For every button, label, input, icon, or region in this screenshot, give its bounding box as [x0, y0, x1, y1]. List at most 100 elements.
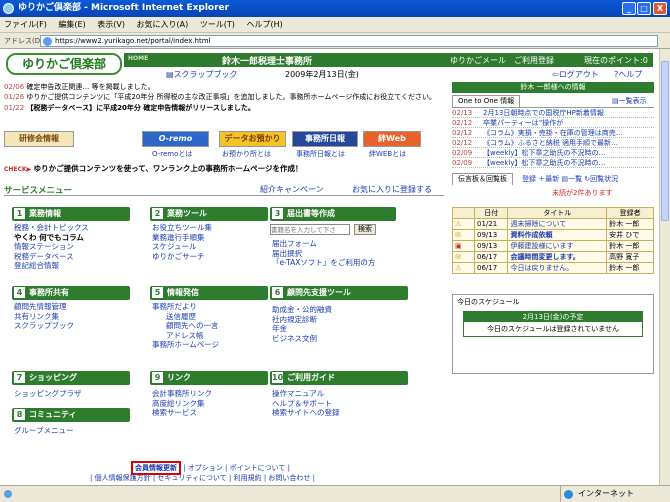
news-item[interactable]: 02/06 確定申告改正関連… 等を掲載しました。: [4, 82, 444, 92]
table-row[interactable]: ✉ 06/17 会議時間変更します。 高野 寛子: [452, 251, 654, 263]
category-link[interactable]: ヘルプ＆サポート: [272, 399, 408, 409]
menu-help[interactable]: ヘルプ(H): [246, 20, 282, 29]
banner-kizuna-web[interactable]: 絆Web: [363, 131, 421, 147]
points-info-link[interactable]: ポイントについて: [230, 464, 286, 472]
option-link[interactable]: オプション: [188, 464, 223, 472]
menu-view[interactable]: 表示(V): [97, 20, 125, 29]
maximize-button[interactable]: □: [637, 2, 651, 15]
category-header: 8 コミュニティ: [12, 408, 130, 422]
category-link[interactable]: 登記総合情報: [14, 261, 130, 271]
scrollbar-thumb[interactable]: [661, 61, 669, 221]
kizuna-info-link[interactable]: 絆WEBとは: [369, 149, 406, 159]
daily-report-info-link[interactable]: 事務所日報とは: [296, 149, 345, 159]
board-register-link[interactable]: 登録: [522, 175, 536, 183]
home-link[interactable]: HOME: [128, 55, 148, 62]
category-header: 3 届出書等作成: [270, 207, 396, 221]
category-link[interactable]: 助成金・公的融資: [272, 305, 408, 315]
category-link[interactable]: 届出撰択: [272, 249, 396, 259]
category-link[interactable]: アドレス帳: [152, 331, 268, 341]
entry-link[interactable]: ご利用登録: [514, 55, 554, 66]
help-link[interactable]: ?ヘルプ: [614, 69, 642, 80]
security-link[interactable]: セキュリティについて: [157, 474, 226, 482]
address-bar: アドレス(D) https://www2.yurikago.net/portal…: [0, 33, 670, 49]
news-text: 【税務データベース】に平成20年分 確定申告情報がリリースしました。: [26, 104, 255, 112]
category-link[interactable]: 情報ステーション: [14, 242, 130, 252]
list-item[interactable]: 02/09 【weekly】松下章之助氏の不況時の…: [452, 148, 654, 158]
category-link[interactable]: 共有リンク集: [14, 312, 130, 322]
category-link[interactable]: 社内規定診断: [272, 315, 408, 325]
menu-favorites[interactable]: お気に入り(A): [137, 20, 189, 29]
category-link[interactable]: 税務・会計トピックス: [14, 223, 130, 233]
contact-link[interactable]: お問い合わせ: [268, 474, 310, 482]
terms-link[interactable]: 利用規約: [234, 474, 262, 482]
banner-oremo[interactable]: O-remo: [142, 131, 209, 147]
banner-daily-report[interactable]: 事務所日報: [292, 131, 358, 147]
category-link[interactable]: スケジュール: [152, 242, 268, 252]
book-search-button[interactable]: 検索: [354, 224, 376, 235]
list-item[interactable]: 02/12 《コラム》実損・売掛・在庫の管理は商売…: [452, 128, 654, 138]
category-link[interactable]: 税務データベース: [14, 252, 130, 262]
table-row[interactable]: ▣ 09/13 伊藤建設様にいます 鈴木 一郎: [452, 240, 654, 252]
category-link[interactable]: ゆりかごサーチ: [152, 252, 268, 262]
check-text[interactable]: ゆりかご提供コンテンツを使って、ワンランク上の事務所ホームページを作成！: [34, 164, 303, 173]
news-item[interactable]: 01/26 ゆりかご提供コンテンツに「平成20年分 所得税の主な改正事項」を追加…: [4, 92, 444, 102]
favorite-link[interactable]: お気に入りに登録する: [352, 184, 432, 195]
category-link[interactable]: 事務所ホームページ: [152, 340, 268, 350]
list-item[interactable]: 02/13 2月13日朝時点での国税庁HP新着情報: [452, 108, 654, 118]
tab-message-board[interactable]: 伝言板＆回覧板: [452, 173, 513, 185]
storage-info-link[interactable]: お預かり所とは: [222, 149, 271, 159]
internet-zone-icon: [564, 490, 573, 499]
close-button[interactable]: X: [653, 2, 667, 15]
category-link[interactable]: お役立ちツール集: [152, 223, 268, 233]
privacy-link[interactable]: 個人情報保護方針: [95, 474, 151, 482]
address-input[interactable]: https://www2.yurikago.net/portal/index.h…: [40, 35, 658, 47]
table-row[interactable]: ✉ 09/13 資料作成依頼 安井 ひで: [452, 229, 654, 241]
banner-seminar[interactable]: 研修会情報: [4, 131, 74, 147]
category-link[interactable]: 高度総リンク集: [152, 399, 268, 409]
category-link[interactable]: 検索サービス: [152, 408, 268, 418]
menu-edit[interactable]: 編集(E): [58, 20, 85, 29]
category-link[interactable]: やくわ 何でもコラム: [14, 233, 130, 243]
category-link[interactable]: 事務所だより: [152, 302, 268, 312]
site-logo[interactable]: ゆりかご倶楽部: [6, 53, 122, 75]
category-link[interactable]: 「e-TAXソフト」をご利用の方: [272, 258, 396, 268]
warning-icon: ⚠: [452, 262, 475, 274]
tab-one-to-one[interactable]: One to One 情報: [452, 95, 521, 107]
category-link[interactable]: 顧問先情報管理: [14, 302, 130, 312]
item-text: 2月13日朝時点での国税庁HP新着情報: [483, 109, 604, 117]
category-link[interactable]: 年金: [272, 324, 408, 334]
list-view-link[interactable]: ▤一覧表示: [612, 96, 647, 106]
category-link[interactable]: 顧問先への一言: [152, 321, 268, 331]
status-divider: [560, 486, 561, 502]
category-link[interactable]: スクラップブック: [14, 321, 130, 331]
book-search-input[interactable]: [270, 224, 350, 235]
logout-link[interactable]: ⇦ログアウト: [552, 69, 599, 80]
board-status-link[interactable]: 回覧状況: [590, 175, 618, 183]
board-list-link[interactable]: 一覧: [568, 175, 582, 183]
list-item[interactable]: 02/12 卒業パーティーは”操作が: [452, 118, 654, 128]
menu-file[interactable]: ファイル(F): [4, 20, 47, 29]
category-link[interactable]: 業務進行手順集: [152, 233, 268, 243]
vertical-scrollbar[interactable]: [659, 49, 670, 485]
scrapbook-link[interactable]: ▤スクラップブック: [166, 69, 238, 80]
list-item[interactable]: 02/12 《コラム》ふるさと納税 適用手順で最新…: [452, 138, 654, 148]
banner-data-storage[interactable]: データお預かり: [219, 131, 286, 147]
minimize-button[interactable]: _: [622, 2, 636, 15]
list-item[interactable]: 02/09 【weekly】松下章之助氏の不況時の…: [452, 158, 654, 168]
mail-link[interactable]: ゆりかごメール: [450, 55, 506, 66]
table-row[interactable]: ⚠ 06/17 今日は戻りません。 鈴木 一郎: [452, 262, 654, 274]
category-link[interactable]: 検索サイトへの登録: [272, 408, 408, 418]
board-newest-link[interactable]: 最新: [545, 175, 559, 183]
menu-tools[interactable]: ツール(T): [200, 20, 235, 29]
campaign-link[interactable]: 紹介キャンペーン: [260, 184, 324, 195]
category-link[interactable]: 送信履歴: [152, 312, 268, 322]
category-link[interactable]: ビジネス文例: [272, 334, 408, 344]
category-link[interactable]: 会計事務所リンク: [152, 389, 268, 399]
news-item[interactable]: 01/22 【税務データベース】に平成20年分 確定申告情報がリリースしました。: [4, 103, 444, 113]
category-link[interactable]: 届出フォーム: [272, 239, 396, 249]
category-link[interactable]: ショッピングプラザ: [14, 389, 130, 399]
table-row[interactable]: ⚠ 01/21 週末掃除について 鈴木 一郎: [452, 218, 654, 230]
category-link[interactable]: グループメニュー: [14, 426, 130, 436]
oremo-info-link[interactable]: O-remoとは: [152, 149, 192, 159]
category-link[interactable]: 操作マニュアル: [272, 389, 408, 399]
